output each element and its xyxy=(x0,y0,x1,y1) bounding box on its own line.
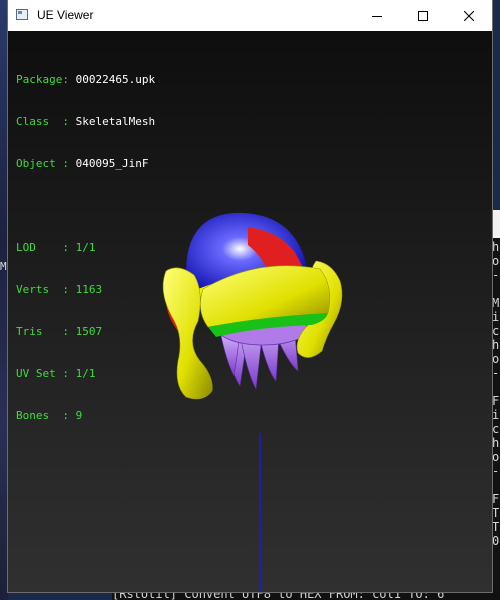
background-console-bottom-line: [RstUtil] Convent UTF8 to HEX FROM: col1… xyxy=(112,591,500,600)
background-window-text: M xyxy=(0,260,7,273)
title-bar[interactable]: UE Viewer xyxy=(8,0,492,31)
window-title: UE Viewer xyxy=(37,8,94,22)
ue-viewer-window: UE Viewer Package: 00022465.upk Class : … xyxy=(8,0,492,592)
skeletal-mesh-render xyxy=(162,212,343,592)
background-console-text: h o - M i c h o - F i c h o - F T T 0 xyxy=(492,240,500,548)
maximize-button[interactable] xyxy=(400,0,446,31)
app-window-icon xyxy=(16,9,28,20)
background-console-window: h o - M i c h o - F i c h o - F T T 0 xyxy=(491,210,500,600)
desktop-background-left xyxy=(0,0,8,600)
minimize-button[interactable] xyxy=(354,0,400,31)
minimize-icon xyxy=(372,15,382,17)
close-icon xyxy=(464,10,474,21)
3d-viewport[interactable]: Package: 00022465.upk Class : SkeletalMe… xyxy=(8,31,492,592)
background-scrollbar[interactable] xyxy=(491,210,500,238)
maximize-icon xyxy=(418,10,428,21)
close-button[interactable] xyxy=(446,0,492,31)
background-console-bottom-text: [RstUtil] Convent UTF8 to HEX FROM: col1… xyxy=(112,591,445,600)
